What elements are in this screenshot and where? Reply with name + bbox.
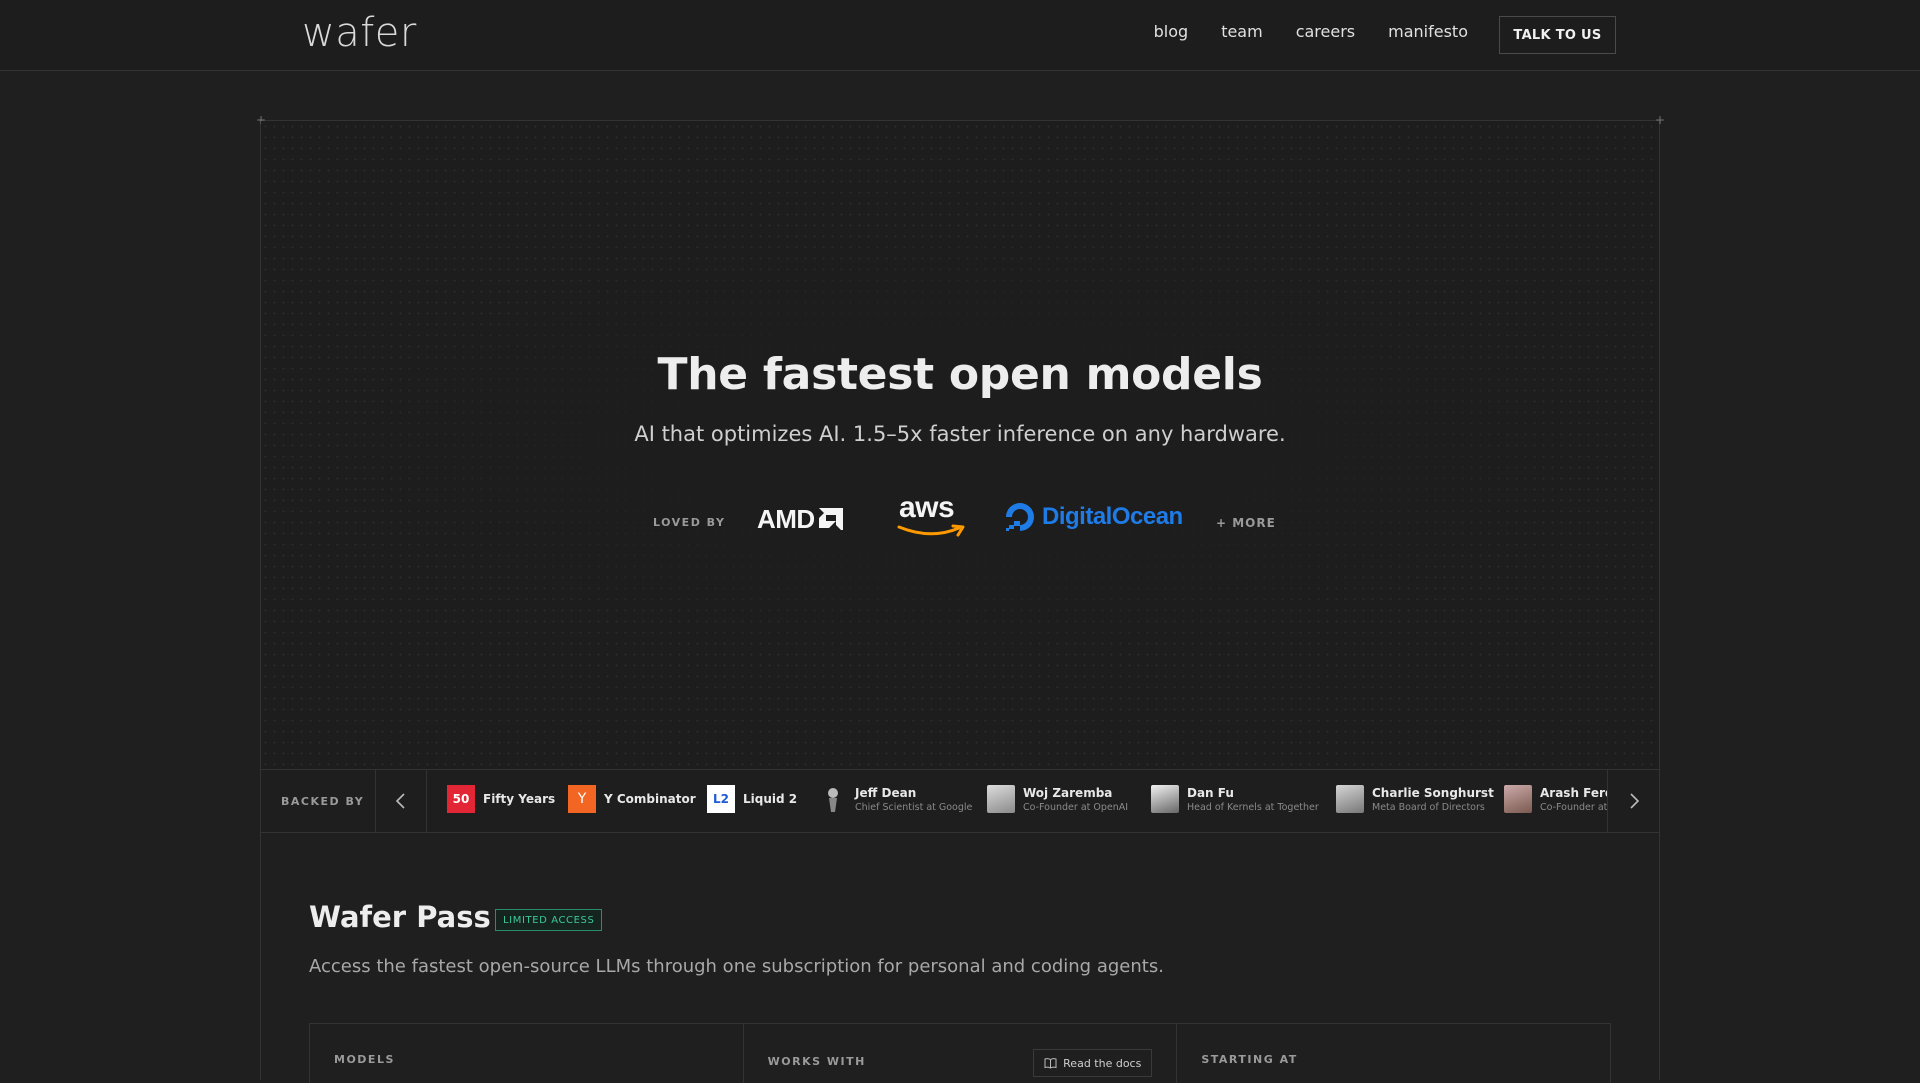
models-cell: MODELS (310, 1024, 744, 1083)
investor-name: Woj Zaremba (1023, 785, 1113, 800)
carousel-prev-button[interactable] (375, 770, 427, 832)
wafer-pass-description: Access the fastest open-source LLMs thro… (309, 956, 1164, 977)
investor-title: Co-Founder at (1540, 801, 1607, 813)
read-docs-label: Read the docs (1063, 1056, 1142, 1070)
aws-logo: aws (897, 491, 965, 537)
investor-name: Dan Fu (1187, 785, 1234, 800)
backed-by-strip: BACKED BY 50 Fifty Years Y Y Combinator … (261, 769, 1659, 833)
digitalocean-logo: DigitalOcean (1004, 501, 1183, 533)
loved-by-label: LOVED BY (653, 516, 726, 529)
dan-fu-avatar (1151, 785, 1179, 813)
works-with-label: WORKS WITH (767, 1055, 866, 1068)
top-navbar: wafer blog team careers manifesto TALK T… (0, 0, 1920, 71)
investor-name: Charlie Songhurst (1372, 785, 1494, 800)
amd-logo-text: AMD (757, 504, 815, 534)
starting-at-label: STARTING AT (1201, 1053, 1298, 1066)
investor-name: Arash Ferdo (1540, 785, 1607, 800)
woj-zaremba-avatar (987, 785, 1015, 813)
digitalocean-logo-text: DigitalOcean (1042, 503, 1183, 530)
book-icon (1044, 1058, 1057, 1069)
hero-title: The fastest open models (657, 349, 1263, 400)
amd-logo: AMD (757, 504, 843, 535)
nav-links: blog team careers manifesto (1154, 22, 1468, 41)
nav-link-blog[interactable]: blog (1154, 22, 1189, 41)
chevron-right-icon (1629, 793, 1639, 809)
wafer-logo[interactable]: wafer (302, 10, 417, 56)
y-combinator-logo: Y (568, 785, 596, 813)
chevron-left-icon (395, 793, 405, 809)
investor-name: Y Combinator (604, 792, 696, 806)
investor-item[interactable]: 50 Fifty Years (447, 785, 555, 813)
investor-name: Liquid 2 (743, 792, 798, 806)
more-link[interactable]: + MORE (1216, 516, 1276, 530)
investor-title: Chief Scientist at Google (855, 801, 973, 813)
investor-item[interactable]: Y Y Combinator (568, 785, 696, 813)
hero-section: The fastest open models AI that optimize… (261, 121, 1659, 769)
talk-to-us-button[interactable]: TALK TO US (1499, 16, 1616, 54)
liquid-2-logo: L2 (707, 785, 735, 813)
amd-arrow-icon (818, 508, 843, 532)
aws-logo-text: aws (899, 491, 955, 524)
models-label: MODELS (334, 1053, 395, 1066)
digitalocean-icon (1006, 503, 1034, 531)
starting-at-cell: STARTING AT (1177, 1024, 1610, 1083)
investor-name: Fifty Years (483, 792, 556, 806)
limited-access-badge: LIMITED ACCESS (495, 909, 603, 931)
charlie-songhurst-avatar (1336, 785, 1364, 813)
investor-title: Meta Board of Directors (1372, 801, 1485, 813)
investor-title: Co-Founder at OpenAI (1023, 801, 1129, 813)
aws-smile-icon (897, 524, 965, 537)
nav-link-manifesto[interactable]: manifesto (1388, 22, 1468, 41)
works-with-cell: WORKS WITH Read the docs (744, 1024, 1178, 1083)
investor-item[interactable]: Jeff Dean Chief Scientist at Google (819, 785, 972, 813)
fifty-years-logo: 50 (447, 785, 475, 813)
hero-subtitle: AI that optimizes AI. 1.5–5x faster infe… (634, 422, 1286, 446)
backed-by-label: BACKED BY (281, 795, 365, 808)
jeff-dean-avatar (819, 785, 847, 813)
read-docs-button[interactable]: Read the docs (1033, 1049, 1153, 1077)
nav-link-careers[interactable]: careers (1296, 22, 1355, 41)
investors-carousel[interactable]: 50 Fifty Years Y Y Combinator L2 Liquid … (427, 770, 1607, 832)
investor-title: Head of Kernels at Together (1187, 801, 1319, 813)
investor-item[interactable]: Dan Fu Head of Kernels at Together (1151, 785, 1319, 813)
nav-link-team[interactable]: team (1221, 22, 1263, 41)
wafer-pass-title: Wafer Pass (309, 900, 491, 934)
investor-item[interactable]: L2 Liquid 2 (707, 785, 797, 813)
investor-item[interactable]: Charlie Songhurst Meta Board of Directors (1336, 785, 1494, 813)
investor-item[interactable]: Arash FerdoCo-Founder at (1504, 785, 1607, 813)
carousel-next-button[interactable] (1607, 770, 1659, 832)
investor-name: Jeff Dean (855, 785, 917, 800)
pass-details-grid: MODELS WORKS WITH Read the docs STARTING… (309, 1023, 1611, 1083)
investor-item[interactable]: Woj Zaremba Co-Founder at OpenAI (987, 785, 1128, 813)
arash-avatar (1504, 785, 1532, 813)
